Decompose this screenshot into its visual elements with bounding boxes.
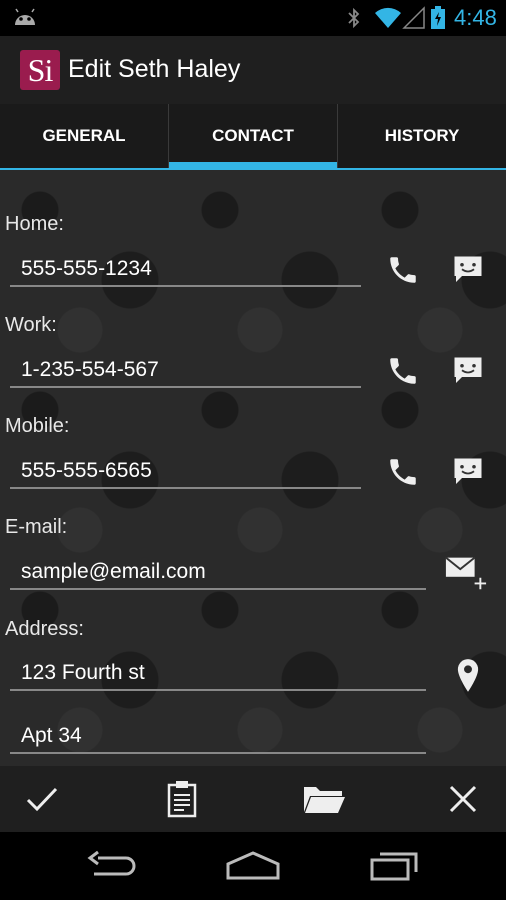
clock: 4:48: [454, 5, 497, 30]
home-phone-input[interactable]: [10, 253, 361, 285]
system-nav-bar: [0, 832, 506, 900]
mobile-phone-input[interactable]: [10, 455, 361, 487]
close-icon: [449, 785, 477, 813]
call-home-button[interactable]: [381, 248, 425, 292]
check-icon: [26, 787, 58, 812]
recent-apps-button[interactable]: [364, 844, 424, 888]
clipboard-button[interactable]: [160, 777, 204, 821]
address-line2-field: [10, 720, 426, 754]
battery-icon: [430, 6, 446, 35]
phone-icon: [390, 358, 416, 384]
email-field: [10, 556, 426, 590]
location-pin-icon: [457, 659, 479, 692]
work-phone-input[interactable]: [10, 354, 361, 386]
email-label: E-mail:: [5, 516, 68, 538]
mobile-phone-field: [10, 455, 361, 489]
recent-apps-icon: [370, 852, 418, 881]
phone-icon: [390, 257, 416, 283]
address-label: Address:: [5, 618, 84, 640]
home-icon: [226, 851, 280, 880]
app-logo[interactable]: Si: [20, 50, 60, 90]
sms-mobile-button[interactable]: [446, 450, 490, 494]
work-phone-field: [10, 354, 361, 388]
message-icon: [454, 256, 482, 282]
call-mobile-button[interactable]: [381, 450, 425, 494]
work-label: Work:: [5, 314, 57, 336]
send-email-button[interactable]: [444, 550, 488, 594]
address-line1-field: [10, 657, 426, 691]
tab-general[interactable]: GENERAL: [0, 104, 168, 170]
sms-work-button[interactable]: [446, 349, 490, 393]
wifi-icon: [374, 6, 402, 35]
map-location-button[interactable]: [446, 654, 490, 698]
call-work-button[interactable]: [381, 349, 425, 393]
folder-button[interactable]: [298, 777, 350, 821]
message-icon: [454, 458, 482, 484]
cancel-button[interactable]: [441, 777, 485, 821]
back-button[interactable]: [82, 844, 142, 888]
home-label: Home:: [5, 213, 64, 235]
tab-bar: GENERAL CONTACT HISTORY: [0, 104, 506, 170]
address-line2-input[interactable]: [10, 720, 426, 752]
contact-form: Home: Work: Mobile: E-mail: Address:: [0, 170, 506, 766]
email-add-icon: [445, 556, 487, 590]
bottom-action-bar: [0, 766, 506, 832]
back-icon: [87, 850, 136, 876]
signal-icon: [402, 6, 426, 35]
clipboard-icon: [167, 781, 197, 818]
tab-history[interactable]: HISTORY: [337, 104, 506, 170]
mobile-label: Mobile:: [5, 415, 70, 437]
android-notification-icon: [12, 7, 38, 32]
message-icon: [454, 357, 482, 383]
save-button[interactable]: [20, 777, 64, 821]
status-bar: 4:48: [0, 0, 506, 36]
tab-contact[interactable]: CONTACT: [168, 104, 337, 170]
phone-icon: [390, 459, 416, 485]
home-button[interactable]: [223, 844, 283, 888]
folder-icon: [304, 787, 345, 813]
email-input[interactable]: [10, 556, 426, 588]
home-phone-field: [10, 253, 361, 287]
screen-title: Edit Seth Haley: [68, 55, 241, 83]
action-bar: Si Edit Seth Haley: [0, 36, 506, 104]
sms-home-button[interactable]: [446, 248, 490, 292]
bluetooth-icon: [346, 7, 362, 34]
address-line1-input[interactable]: [10, 657, 426, 689]
